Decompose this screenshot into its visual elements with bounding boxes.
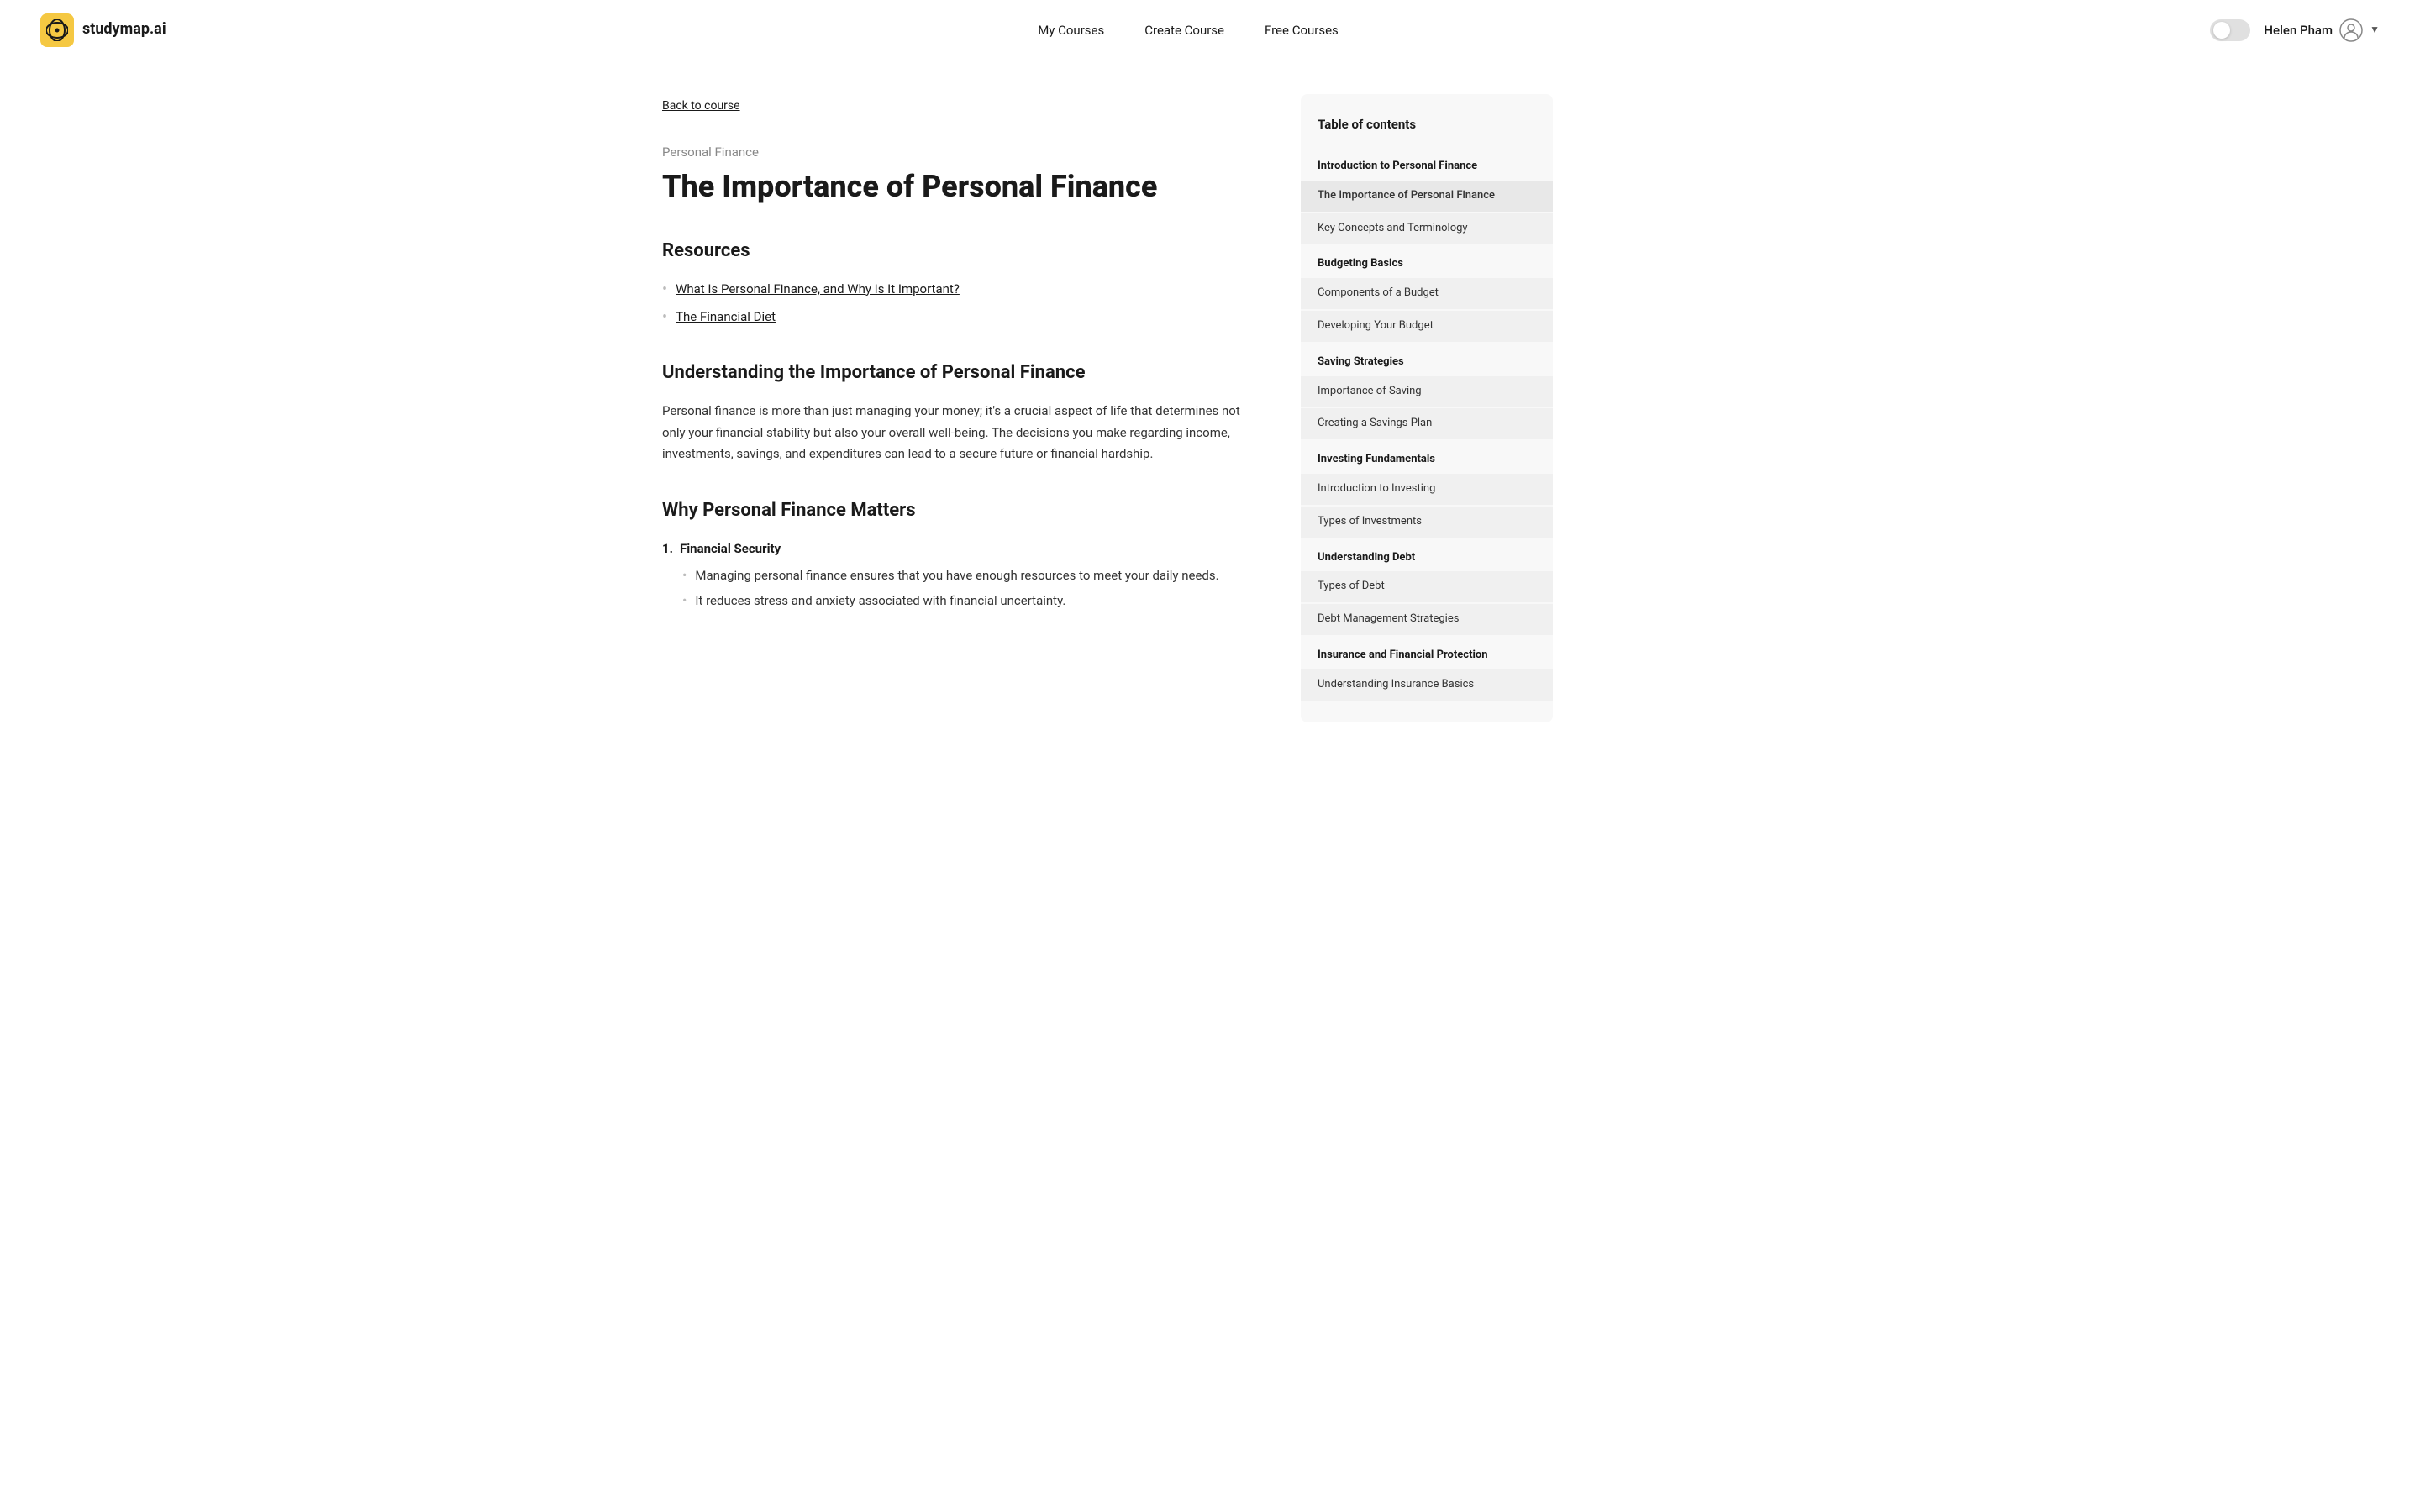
page-layout: Back to course Personal Finance The Impo… bbox=[622, 60, 1798, 756]
navbar-links: My Courses Create Course Free Courses bbox=[1038, 20, 1339, 40]
numbered-item-1: Financial Security Managing personal fin… bbox=[662, 538, 1250, 611]
main-content: Back to course Personal Finance The Impo… bbox=[662, 94, 1250, 722]
toc-item-developing[interactable]: Developing Your Budget bbox=[1301, 311, 1553, 342]
nav-my-courses[interactable]: My Courses bbox=[1038, 20, 1104, 40]
nav-create-course[interactable]: Create Course bbox=[1144, 20, 1224, 40]
logo-text: studymap.ai bbox=[82, 18, 166, 42]
navbar-brand: studymap.ai bbox=[40, 13, 166, 47]
bullet-text-1-2: It reduces stress and anxiety associated… bbox=[695, 591, 1065, 611]
toc-section-investing: Investing Fundamentals bbox=[1301, 441, 1553, 472]
toc-container: Table of contents Introduction to Person… bbox=[1301, 94, 1553, 722]
toc-item-types-debt[interactable]: Types of Debt bbox=[1301, 571, 1553, 602]
navbar: studymap.ai My Courses Create Course Fre… bbox=[0, 0, 2420, 60]
theme-toggle[interactable] bbox=[2210, 19, 2250, 41]
section2-heading: Why Personal Finance Matters bbox=[662, 496, 1250, 525]
toc-item-key-concepts[interactable]: Key Concepts and Terminology bbox=[1301, 213, 1553, 244]
resource-item-2: The Financial Diet bbox=[662, 307, 1250, 328]
numbered-item-1-label: Financial Security bbox=[680, 538, 781, 559]
page-title: The Importance of Personal Finance bbox=[662, 169, 1250, 205]
user-menu[interactable]: Helen Pham ▼ bbox=[2264, 18, 2380, 42]
toc-item-importance[interactable]: The Importance of Personal Finance bbox=[1301, 181, 1553, 212]
toc-item-components[interactable]: Components of a Budget bbox=[1301, 278, 1553, 309]
toc-item-savings-plan[interactable]: Creating a Savings Plan bbox=[1301, 408, 1553, 439]
section1-body: Personal finance is more than just manag… bbox=[662, 401, 1250, 465]
bullet-item-1-2: It reduces stress and anxiety associated… bbox=[682, 591, 1250, 611]
toc-section-intro: Introduction to Personal Finance bbox=[1301, 148, 1553, 179]
toc-item-importance-saving[interactable]: Importance of Saving bbox=[1301, 376, 1553, 407]
course-category: Personal Finance bbox=[662, 142, 1250, 162]
user-avatar-icon bbox=[2339, 18, 2363, 42]
toc-title: Table of contents bbox=[1301, 114, 1553, 148]
nav-free-courses[interactable]: Free Courses bbox=[1265, 20, 1339, 40]
logo-icon[interactable] bbox=[40, 13, 74, 47]
toc-section-debt: Understanding Debt bbox=[1301, 539, 1553, 570]
toc-item-insurance-basics[interactable]: Understanding Insurance Basics bbox=[1301, 669, 1553, 701]
bullet-sub-list-1: Managing personal finance ensures that y… bbox=[662, 565, 1250, 611]
chevron-down-icon: ▼ bbox=[2370, 22, 2380, 38]
toc-item-debt-management[interactable]: Debt Management Strategies bbox=[1301, 604, 1553, 635]
bullet-text-1-1: Managing personal finance ensures that y… bbox=[695, 565, 1218, 585]
toc-section-saving: Saving Strategies bbox=[1301, 344, 1553, 375]
numbered-item-1-header: Financial Security bbox=[662, 538, 1250, 559]
numbered-list: Financial Security Managing personal fin… bbox=[662, 538, 1250, 611]
toc-sidebar: Table of contents Introduction to Person… bbox=[1301, 94, 1553, 722]
resource-item-1: What Is Personal Finance, and Why Is It … bbox=[662, 279, 1250, 300]
toggle-knob bbox=[2213, 22, 2230, 39]
toc-section-budgeting: Budgeting Basics bbox=[1301, 245, 1553, 276]
back-to-course-link[interactable]: Back to course bbox=[662, 97, 740, 115]
resource-link-1[interactable]: What Is Personal Finance, and Why Is It … bbox=[676, 279, 960, 299]
user-name: Helen Pham bbox=[2264, 20, 2333, 40]
navbar-user-area: Helen Pham ▼ bbox=[2210, 18, 2380, 42]
section1-heading: Understanding the Importance of Personal… bbox=[662, 358, 1250, 387]
toc-section-insurance: Insurance and Financial Protection bbox=[1301, 637, 1553, 668]
bullet-item-1-1: Managing personal finance ensures that y… bbox=[682, 565, 1250, 585]
toc-item-types-investments[interactable]: Types of Investments bbox=[1301, 507, 1553, 538]
toc-item-intro-investing[interactable]: Introduction to Investing bbox=[1301, 474, 1553, 505]
resources-list: What Is Personal Finance, and Why Is It … bbox=[662, 279, 1250, 328]
resources-heading: Resources bbox=[662, 236, 1250, 265]
resource-link-2[interactable]: The Financial Diet bbox=[676, 307, 776, 327]
